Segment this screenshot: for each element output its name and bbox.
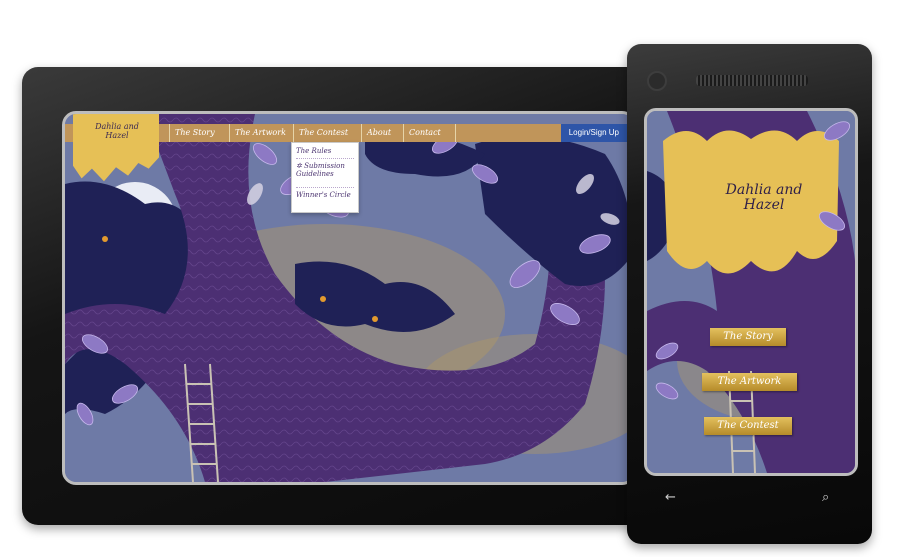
phone-screen: Dahlia and Hazel The Story The Artwork T… bbox=[644, 108, 858, 476]
dropdown-item-label: Submission Guidelines bbox=[296, 162, 345, 178]
nav-item-about[interactable]: About bbox=[361, 124, 391, 142]
nav-item-the-artwork[interactable]: The Artwork bbox=[229, 124, 286, 142]
dropdown-item-the-rules[interactable]: The Rules bbox=[296, 147, 356, 155]
phone-button-the-artwork[interactable]: The Artwork bbox=[702, 373, 797, 391]
dropdown-divider bbox=[296, 158, 354, 159]
back-arrow-icon[interactable]: ← bbox=[665, 490, 676, 505]
nav-divider bbox=[455, 124, 456, 142]
nav-item-the-story[interactable]: The Story bbox=[169, 124, 215, 142]
nav-item-the-contest[interactable]: The Contest bbox=[293, 124, 348, 142]
dropdown-item-winners-circle[interactable]: Winner's Circle bbox=[296, 191, 356, 199]
phone-button-the-contest[interactable]: The Contest bbox=[704, 417, 792, 435]
tablet-screen: The Story The Artwork The Contest About … bbox=[62, 111, 636, 485]
dropdown-divider bbox=[296, 187, 354, 188]
phone-button-the-story[interactable]: The Story bbox=[710, 328, 786, 346]
login-signup-button[interactable]: Login/Sign Up bbox=[560, 124, 627, 142]
dropdown-item-submission-guidelines[interactable]: ✲ Submission Guidelines bbox=[296, 162, 356, 178]
site-logo-text: Dahlia and Hazel bbox=[95, 122, 139, 140]
camera-icon bbox=[647, 71, 667, 91]
search-icon[interactable]: ⌕ bbox=[822, 490, 829, 505]
nav-item-contact[interactable]: Contact bbox=[403, 124, 441, 142]
phone-logo-text: Dahlia and Hazel bbox=[725, 182, 803, 213]
speaker-grille bbox=[696, 75, 808, 86]
gear-icon: ✲ bbox=[296, 162, 305, 170]
contest-dropdown-menu: The Rules ✲ Submission Guidelines Winner… bbox=[291, 142, 359, 213]
